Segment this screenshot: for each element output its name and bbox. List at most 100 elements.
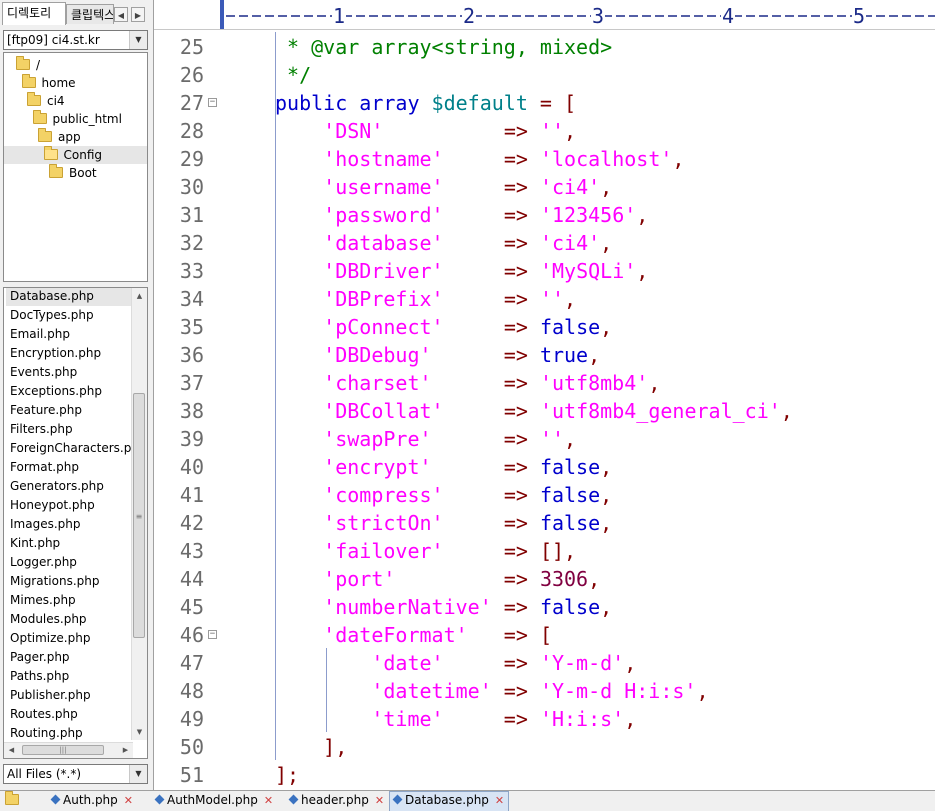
close-icon[interactable]: ✕ (375, 792, 384, 809)
tab-scroll-left-icon[interactable]: ◀ (114, 7, 128, 22)
file-item[interactable]: Feature.php (10, 401, 82, 420)
folder-icon[interactable] (5, 791, 19, 805)
code-text[interactable]: ], (275, 733, 347, 761)
code-text[interactable]: 'charset' => 'utf8mb4', (275, 369, 660, 397)
tree-node[interactable]: home (21, 74, 76, 92)
code-text[interactable]: 'time' => 'H:i:s', (275, 705, 636, 733)
code-text[interactable]: 'database' => 'ci4', (275, 229, 612, 257)
code-text[interactable]: 'encrypt' => false, (275, 453, 612, 481)
document-tab[interactable]: header.php ✕ (288, 792, 384, 810)
scroll-right-icon[interactable]: ▶ (118, 743, 133, 758)
file-item[interactable]: Routes.php (10, 705, 78, 724)
chevron-down-icon[interactable]: ▼ (129, 765, 147, 783)
file-item[interactable]: Migrations.php (10, 572, 99, 591)
code-token: => (503, 343, 528, 367)
close-icon[interactable]: ✕ (264, 792, 273, 809)
file-item[interactable]: Paths.php (10, 667, 69, 686)
tree-node[interactable]: / (16, 56, 40, 74)
code-token: => (503, 595, 528, 619)
tree-node[interactable]: Boot (49, 164, 97, 182)
code-text[interactable]: ]; (275, 761, 299, 789)
file-item[interactable]: Kint.php (10, 534, 60, 553)
code-text[interactable]: 'port' => 3306, (275, 565, 600, 593)
file-item[interactable]: Format.php (10, 458, 79, 477)
file-list-vertical-scrollbar[interactable]: ▲ ≡ ▼ (131, 288, 147, 740)
code-text[interactable]: 'compress' => false, (275, 481, 612, 509)
document-tab[interactable]: AuthModel.php ✕ (154, 792, 273, 810)
code-text[interactable]: 'datetime' => 'Y-m-d H:i:s', (275, 677, 708, 705)
file-item[interactable]: Pager.php (10, 648, 70, 667)
code-text[interactable]: 'DBCollat' => 'utf8mb4_general_ci', (275, 397, 793, 425)
tree-node[interactable]: ci4 (27, 92, 65, 110)
file-item[interactable]: Encryption.php (10, 344, 101, 363)
file-item[interactable]: DocTypes.php (10, 306, 94, 325)
tab-scroll-right-icon[interactable]: ▶ (131, 7, 145, 22)
tree-node[interactable]: app (38, 128, 81, 146)
code-text[interactable]: * @var array<string, mixed> (275, 33, 612, 61)
ftp-site-select[interactable]: [ftp09] ci4.st.kr ▼ (3, 30, 148, 50)
scroll-up-icon[interactable]: ▲ (132, 288, 147, 304)
file-filter-select[interactable]: All Files (*.*) ▼ (3, 764, 148, 784)
file-item[interactable]: Email.php (10, 325, 70, 344)
tree-node[interactable]: public_html (32, 110, 122, 128)
file-item[interactable]: Optimize.php (10, 629, 90, 648)
code-token: 'DBDriver' (323, 259, 444, 283)
code-text[interactable]: 'DBDebug' => true, (275, 341, 600, 369)
file-item[interactable]: Generators.php (10, 477, 104, 496)
scroll-down-icon[interactable]: ▼ (132, 724, 147, 740)
code-text[interactable]: 'DSN' => '', (275, 117, 576, 145)
tree-node[interactable]: Config (4, 146, 147, 164)
code-text[interactable]: 'swapPre' => '', (275, 425, 576, 453)
file-item[interactable]: Publisher.php (10, 686, 91, 705)
file-item[interactable]: Exceptions.php (10, 382, 102, 401)
tab-cliptext[interactable]: 클립텍스 (66, 4, 114, 24)
file-list-horizontal-scrollbar[interactable]: ◀ ||| ▶ (4, 742, 133, 758)
code-text[interactable]: 'dateFormat' => [ (275, 621, 552, 649)
code-text[interactable]: */ (275, 61, 311, 89)
file-item[interactable]: Logger.php (10, 553, 77, 572)
code-text[interactable]: 'numberNative' => false, (275, 593, 612, 621)
tab-directory[interactable]: 디렉토리 (2, 2, 66, 25)
code-text[interactable]: 'DBDriver' => 'MySQLi', (275, 257, 648, 285)
code-text[interactable]: 'date' => 'Y-m-d', (275, 649, 636, 677)
file-item[interactable]: Database.php (6, 288, 134, 306)
scrollbar-thumb-horizontal[interactable]: ||| (22, 745, 104, 755)
file-item[interactable]: Filters.php (10, 420, 73, 439)
fold-toggle-icon[interactable]: − (208, 630, 217, 639)
file-item[interactable]: Modules.php (10, 610, 87, 629)
chevron-down-icon[interactable]: ▼ (129, 31, 147, 49)
document-tab[interactable]: Database.php ✕ (389, 791, 510, 811)
scroll-left-icon[interactable]: ◀ (4, 743, 19, 758)
code-text[interactable]: 'pConnect' => false, (275, 313, 612, 341)
code-editor[interactable]: 12345 25 * @var array<string, mixed> 26 *… (153, 0, 935, 790)
file-item[interactable]: Images.php (10, 515, 81, 534)
code-token: 'strictOn' (323, 511, 444, 535)
code-text[interactable]: 'failover' => [], (275, 537, 576, 565)
code-line: 51]; (154, 761, 935, 789)
file-item[interactable]: Honeypot.php (10, 496, 95, 515)
close-icon[interactable]: ✕ (124, 792, 133, 809)
scrollbar-thumb[interactable]: ≡ (133, 393, 145, 638)
code-text[interactable]: 'DBPrefix' => '', (275, 285, 576, 313)
file-item[interactable]: Routing.php (10, 724, 83, 743)
code-token: , (600, 455, 613, 479)
folder-icon (27, 92, 41, 106)
code-text[interactable]: 'password' => '123456', (275, 201, 648, 229)
file-item[interactable]: ForeignCharacters.php (10, 439, 147, 458)
line-number: 38 (179, 399, 204, 423)
code-text[interactable]: 'strictOn' => false, (275, 509, 612, 537)
code-text[interactable]: 'hostname' => 'localhost', (275, 145, 684, 173)
code-text[interactable]: 'username' => 'ci4', (275, 173, 612, 201)
close-icon[interactable]: ✕ (495, 792, 504, 809)
file-item[interactable]: Mimes.php (10, 591, 76, 610)
file-item[interactable]: Events.php (10, 363, 77, 382)
document-tab[interactable]: Auth.php ✕ (50, 792, 133, 810)
code-text[interactable]: public array $default = [ (275, 89, 576, 117)
fold-toggle-icon[interactable]: − (208, 98, 217, 107)
code-token: 'compress' (323, 483, 444, 507)
